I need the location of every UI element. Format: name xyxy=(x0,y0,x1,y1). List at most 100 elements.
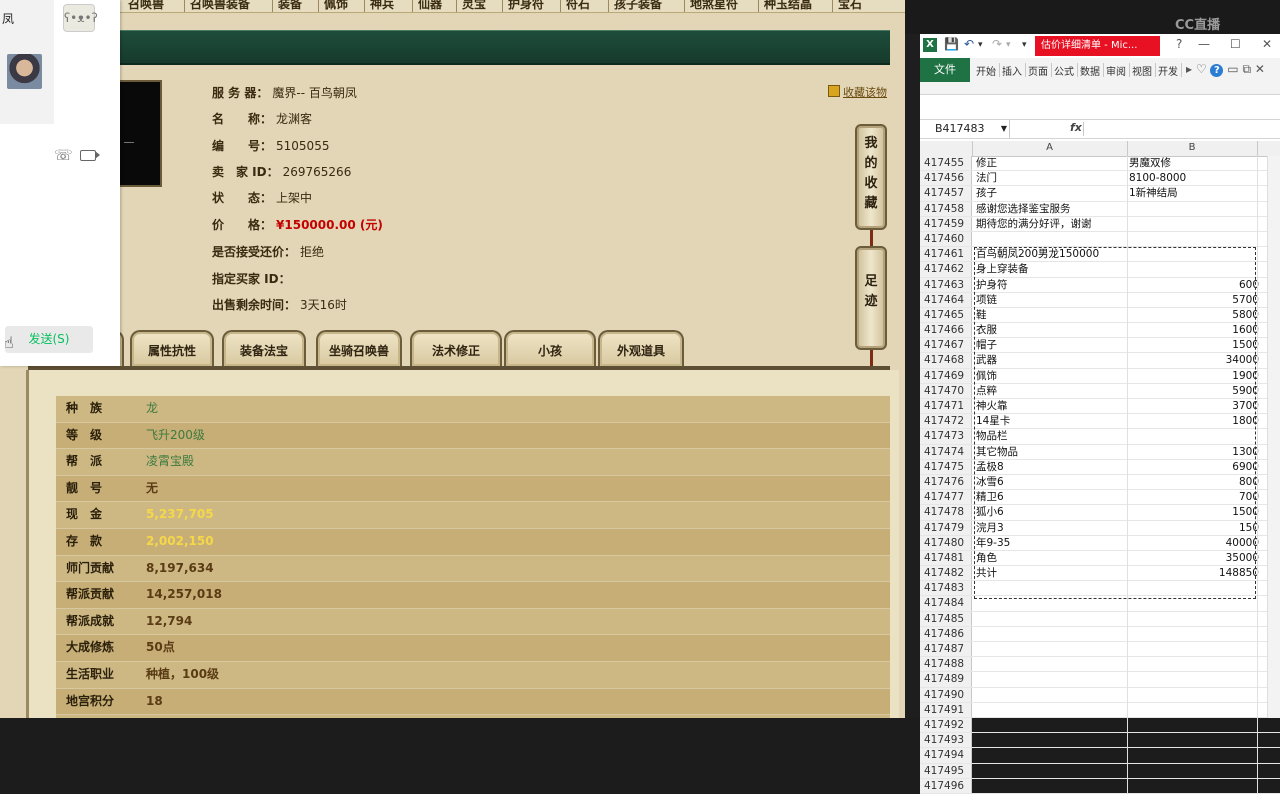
row-number[interactable]: 417495 xyxy=(920,763,972,778)
game-nav-item[interactable]: 召唤兽 xyxy=(128,0,164,12)
sheet-row[interactable]: 417489 xyxy=(920,672,1280,688)
row-number[interactable]: 417483 xyxy=(920,581,972,596)
game-nav-item[interactable]: 地煞星符 xyxy=(690,0,738,12)
ribbon-tab[interactable]: 插入 xyxy=(1002,63,1022,78)
redo-icon[interactable]: ↷ xyxy=(992,37,1002,51)
video-call-icon[interactable] xyxy=(80,150,100,161)
save-icon[interactable]: 💾 xyxy=(944,37,959,51)
ribbon-tab[interactable]: 开发 xyxy=(1158,63,1178,78)
row-number[interactable]: 417477 xyxy=(920,490,972,505)
sheet-row[interactable]: 417460 xyxy=(920,231,1280,248)
sheet-row[interactable]: 417495 xyxy=(920,763,1280,779)
row-number[interactable]: 417470 xyxy=(920,383,972,398)
row-number[interactable]: 417482 xyxy=(920,566,972,581)
close-icon[interactable]: ✕ xyxy=(1262,37,1272,51)
sheet-row[interactable]: 417493 xyxy=(920,733,1280,749)
row-number[interactable]: 417468 xyxy=(920,353,972,368)
vertical-scrollbar[interactable] xyxy=(1267,156,1280,718)
tab-item[interactable]: 小孩 xyxy=(504,330,596,366)
row-number[interactable]: 417472 xyxy=(920,414,972,429)
my-favorites-button[interactable]: 我的收藏 xyxy=(855,124,887,230)
row-number[interactable]: 417491 xyxy=(920,702,972,717)
cell-a[interactable]: 孩子 xyxy=(976,186,1126,200)
sheet-row[interactable]: 417458 感谢您选择鉴宝服务 xyxy=(920,201,1280,217)
tab-item[interactable]: 外观道具 xyxy=(598,330,684,366)
tab-file[interactable]: 文件 xyxy=(920,58,970,82)
row-number[interactable]: 417487 xyxy=(920,642,972,657)
sheet-row[interactable]: 417496 xyxy=(920,778,1280,794)
game-nav-item[interactable]: 神兵 xyxy=(370,0,394,12)
minimize-icon[interactable]: — xyxy=(1198,37,1210,51)
game-nav-item[interactable]: 佩饰 xyxy=(324,0,348,12)
tab-item[interactable]: 装备法宝 xyxy=(222,330,306,366)
row-number[interactable]: 417473 xyxy=(920,429,972,444)
send-button[interactable]: 发送(S) xyxy=(5,326,93,353)
sheet-row[interactable]: 417487 xyxy=(920,642,1280,658)
sheet-row[interactable]: 417491 xyxy=(920,702,1280,718)
undo-dropdown-icon[interactable]: ▾ xyxy=(978,40,983,50)
sheet-row[interactable]: 417456 法门 8100-8000 xyxy=(920,171,1280,187)
sheet-row[interactable]: 417490 xyxy=(920,687,1280,703)
row-number[interactable]: 417455 xyxy=(920,156,972,171)
sheet-row[interactable]: 417486 xyxy=(920,626,1280,642)
row-number[interactable]: 417485 xyxy=(920,611,972,626)
sheet-row[interactable]: 417494 xyxy=(920,748,1280,764)
row-number[interactable]: 417471 xyxy=(920,399,972,414)
column-header-b[interactable]: B xyxy=(1127,142,1257,153)
cell-a[interactable]: 感谢您选择鉴宝服务 xyxy=(976,202,1126,216)
sheet-row[interactable]: 417492 xyxy=(920,717,1280,734)
row-number[interactable]: 417481 xyxy=(920,550,972,566)
row-number[interactable]: 417490 xyxy=(920,687,972,702)
phone-icon[interactable]: ☏ xyxy=(54,146,73,164)
cell-b[interactable]: 8100-8000 xyxy=(1129,171,1259,185)
row-number[interactable]: 417480 xyxy=(920,535,972,550)
name-box[interactable]: B417483 ▼ xyxy=(920,120,1010,138)
maximize-icon[interactable]: ☐ xyxy=(1230,37,1241,51)
row-number[interactable]: 417492 xyxy=(920,717,972,733)
cell-b[interactable]: 男魔双修 xyxy=(1129,156,1259,170)
game-nav-item[interactable]: 召唤兽装备 xyxy=(190,0,250,12)
avatar[interactable] xyxy=(7,54,42,89)
sheet-row[interactable]: 417455 修正 男魔双修 xyxy=(920,156,1280,172)
row-number[interactable]: 417464 xyxy=(920,292,972,307)
game-nav-item[interactable]: 装备 xyxy=(278,0,302,12)
row-number[interactable]: 417456 xyxy=(920,171,972,186)
tab-item[interactable]: 法术修正 xyxy=(410,330,502,366)
cell-a[interactable]: 期待您的满分好评，谢谢 xyxy=(976,217,1126,231)
heart-icon[interactable]: ♡ xyxy=(1196,62,1207,76)
sticker-icon[interactable]: ʕ•ᴥ•ʔ xyxy=(63,4,98,32)
row-number[interactable]: 417459 xyxy=(920,216,972,231)
row-number[interactable]: 417478 xyxy=(920,505,972,520)
row-number[interactable]: 417460 xyxy=(920,231,972,247)
game-nav-item[interactable]: 种玉结晶 xyxy=(764,0,812,12)
row-number[interactable]: 417484 xyxy=(920,596,972,611)
fx-icon[interactable]: fx xyxy=(1070,121,1082,134)
row-number[interactable]: 417494 xyxy=(920,748,972,763)
customize-qat-icon[interactable]: ▾ xyxy=(1022,40,1027,50)
game-nav-item[interactable]: 护身符 xyxy=(508,0,544,12)
favorite-link[interactable]: 收藏该物 xyxy=(828,84,887,100)
row-number[interactable]: 417489 xyxy=(920,672,972,687)
sheet-row[interactable]: 417485 xyxy=(920,611,1280,627)
row-number[interactable]: 417466 xyxy=(920,323,972,338)
redo-dropdown-icon[interactable]: ▾ xyxy=(1006,40,1011,50)
row-number[interactable]: 417486 xyxy=(920,626,972,641)
row-number[interactable]: 417467 xyxy=(920,338,972,353)
name-box-dropdown-icon[interactable]: ▼ xyxy=(1001,120,1007,138)
ribbon-tab[interactable]: 视图 xyxy=(1132,63,1152,78)
row-number[interactable]: 417463 xyxy=(920,277,972,292)
restore-icon[interactable]: ▭ xyxy=(1227,62,1238,76)
sheet-row[interactable]: 417459 期待您的满分好评，谢谢 xyxy=(920,216,1280,232)
row-number[interactable]: 417474 xyxy=(920,444,972,459)
row-number[interactable]: 417475 xyxy=(920,459,972,474)
footprint-button[interactable]: 足迹 xyxy=(855,246,887,350)
game-nav-item[interactable]: 灵宝 xyxy=(462,0,486,12)
tab-item[interactable]: 属性抗性 xyxy=(130,330,214,366)
ribbon-tab[interactable]: 开始 xyxy=(976,63,996,78)
row-number[interactable]: 417465 xyxy=(920,307,972,323)
undo-icon[interactable]: ↶ xyxy=(964,37,974,51)
row-number[interactable]: 417496 xyxy=(920,778,972,793)
sheet-row[interactable]: 417457 孩子 1新神结局 xyxy=(920,186,1280,202)
close-workbook-icon[interactable]: ✕ xyxy=(1255,62,1265,76)
row-number[interactable]: 417458 xyxy=(920,201,972,216)
